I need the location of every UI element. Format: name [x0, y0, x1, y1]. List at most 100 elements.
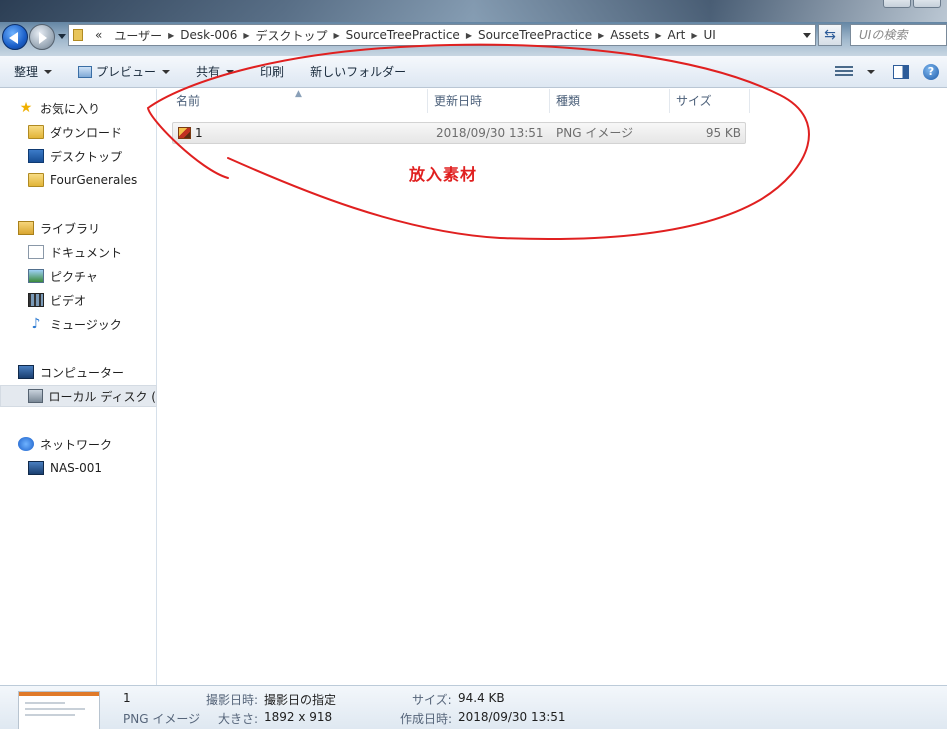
help-icon[interactable]: ?: [923, 64, 939, 80]
network-computer-icon: [28, 461, 44, 475]
detail-size-label: サイズ:: [412, 693, 452, 707]
breadcrumb-item[interactable]: Desk-006: [174, 28, 243, 42]
minimize-button[interactable]: [883, 0, 911, 8]
preview-pane-icon[interactable]: [893, 65, 909, 79]
sidebar-item-libraries[interactable]: ライブラリ: [18, 217, 100, 239]
preview-label: プレビュー: [96, 65, 157, 79]
organize-label: 整理: [14, 65, 39, 79]
detail-file-name: 1: [123, 691, 131, 705]
view-options-dropdown[interactable]: [861, 59, 879, 85]
detail-size-value: 94.4 KB: [458, 691, 505, 705]
desktop-icon: [28, 149, 44, 163]
sidebar-item-documents[interactable]: ドキュメント: [28, 241, 122, 263]
video-icon: [28, 293, 44, 307]
sidebar-item-label: コンピューター: [40, 365, 125, 380]
file-thumbnail: [18, 691, 100, 729]
network-icon: [18, 437, 34, 451]
library-icon: [18, 221, 34, 235]
file-size: 95 KB: [705, 126, 741, 140]
file-type: PNG イメージ: [556, 126, 634, 140]
sidebar-item-label: ピクチャ: [50, 269, 98, 284]
sidebar-item-nas[interactable]: NAS-001: [28, 457, 102, 479]
sidebar-item-local-disk[interactable]: ローカル ディスク (: [0, 385, 157, 407]
print-label: 印刷: [260, 65, 285, 79]
breadcrumb-item[interactable]: SourceTreePractice: [472, 28, 598, 42]
detail-date-taken-value[interactable]: 撮影日の指定: [264, 691, 336, 708]
sidebar-item-videos[interactable]: ビデオ: [28, 289, 86, 311]
file-modified: 2018/09/30 13:51: [436, 126, 544, 140]
detail-dimensions-value: 1892 x 918: [264, 710, 333, 724]
sidebar-item-network[interactable]: ネットワーク: [18, 433, 112, 455]
breadcrumb-item[interactable]: Art: [662, 28, 692, 42]
organize-button[interactable]: 整理: [0, 59, 64, 85]
print-button[interactable]: 印刷: [246, 59, 296, 85]
sidebar-item-fourgenerales[interactable]: FourGenerales: [28, 169, 137, 191]
new-folder-button[interactable]: 新しいフォルダー: [296, 59, 418, 85]
address-dropdown-icon[interactable]: [803, 33, 811, 38]
window-controls: [883, 0, 941, 8]
column-header-type[interactable]: 種類: [550, 89, 670, 113]
sidebar-item-music[interactable]: ♪ ミュージック: [28, 313, 122, 335]
back-button[interactable]: [2, 24, 28, 50]
preview-button[interactable]: プレビュー: [64, 59, 182, 85]
file-list: ▲ 名前 更新日時 種類 サイズ 1 2018/09/30 13:51 PNG …: [158, 89, 947, 685]
sidebar-item-label: デスクトップ: [50, 149, 123, 164]
view-options-icon[interactable]: [835, 66, 853, 78]
maximize-button[interactable]: [913, 0, 941, 8]
chevron-down-icon: [226, 69, 235, 74]
breadcrumb-item[interactable]: UI: [698, 28, 722, 42]
column-header-modified[interactable]: 更新日時: [428, 89, 550, 113]
column-header-size[interactable]: サイズ: [670, 89, 750, 113]
sidebar-item-pictures[interactable]: ピクチャ: [28, 265, 98, 287]
table-row[interactable]: 1 2018/09/30 13:51 PNG イメージ 95 KB: [172, 122, 746, 144]
sidebar-item-label: ドキュメント: [50, 245, 123, 260]
forward-button[interactable]: [29, 24, 55, 50]
detail-created-value: 2018/09/30 13:51: [458, 710, 566, 724]
sidebar-item-label: ライブラリ: [40, 221, 101, 236]
breadcrumb-item[interactable]: ユーザー: [108, 27, 168, 44]
navigation-pane: ★ お気に入り ダウンロード デスクトップ FourGenerales ライブラ…: [0, 89, 157, 685]
detail-file-type: PNG イメージ: [123, 712, 201, 726]
star-icon: ★: [19, 100, 33, 116]
sidebar-item-favorites[interactable]: ★ お気に入り: [18, 97, 100, 119]
details-pane: 1 PNG イメージ 撮影日時: 撮影日の指定 大きさ: 1892 x 918 …: [0, 685, 947, 729]
thumbnail-line: [25, 708, 85, 710]
thumbnail-line: [25, 702, 65, 704]
folder-icon: [28, 173, 44, 187]
column-header-name[interactable]: 名前: [170, 89, 428, 113]
thumbnail-line: [25, 714, 75, 716]
recent-pages-dropdown-icon[interactable]: [58, 34, 66, 39]
address-bar[interactable]: « ユーザー ▶ Desk-006 ▶ デスクトップ ▶ SourceTreePrac…: [68, 24, 816, 46]
detail-dimensions-label: 大きさ:: [218, 712, 259, 726]
breadcrumb-item[interactable]: Assets: [604, 28, 655, 42]
sidebar-item-computer[interactable]: コンピューター: [18, 361, 124, 383]
chevron-down-icon: [162, 69, 171, 74]
desktop-wallpaper-strip: [0, 0, 947, 22]
sidebar-item-downloads[interactable]: ダウンロード: [28, 121, 122, 143]
annotation-text: 放入素材: [409, 165, 478, 184]
refresh-button[interactable]: ⇆: [818, 24, 842, 46]
picture-icon: [28, 269, 44, 283]
search-input[interactable]: UIの検索: [850, 24, 947, 46]
sidebar-item-desktop[interactable]: デスクトップ: [28, 145, 122, 167]
breadcrumb-overflow[interactable]: «: [89, 28, 108, 42]
hard-disk-icon: [28, 389, 43, 403]
detail-created-label: 作成日時:: [400, 712, 453, 726]
share-button[interactable]: 共有: [182, 59, 246, 85]
sidebar-item-label: FourGenerales: [50, 173, 138, 187]
sidebar-item-label: ダウンロード: [50, 125, 123, 140]
share-label: 共有: [196, 65, 221, 79]
downloads-folder-icon: [28, 125, 44, 139]
breadcrumb-item[interactable]: デスクトップ: [249, 27, 333, 44]
chevron-down-icon: [867, 70, 875, 74]
preview-icon: [78, 65, 93, 78]
sidebar-item-label: NAS-001: [50, 461, 103, 475]
breadcrumb: « ユーザー ▶ Desk-006 ▶ デスクトップ ▶ SourceTreePrac…: [89, 27, 722, 44]
computer-icon: [18, 365, 34, 379]
breadcrumb-item[interactable]: SourceTreePractice: [340, 28, 466, 42]
title-bar: « ユーザー ▶ Desk-006 ▶ デスクトップ ▶ SourceTreePrac…: [0, 0, 947, 56]
command-bar: 整理 プレビュー 共有 印刷 新しいフォルダー ?: [0, 56, 947, 88]
file-name: 1: [195, 126, 203, 140]
music-icon: ♪: [31, 316, 41, 332]
chevron-down-icon: [44, 69, 53, 74]
